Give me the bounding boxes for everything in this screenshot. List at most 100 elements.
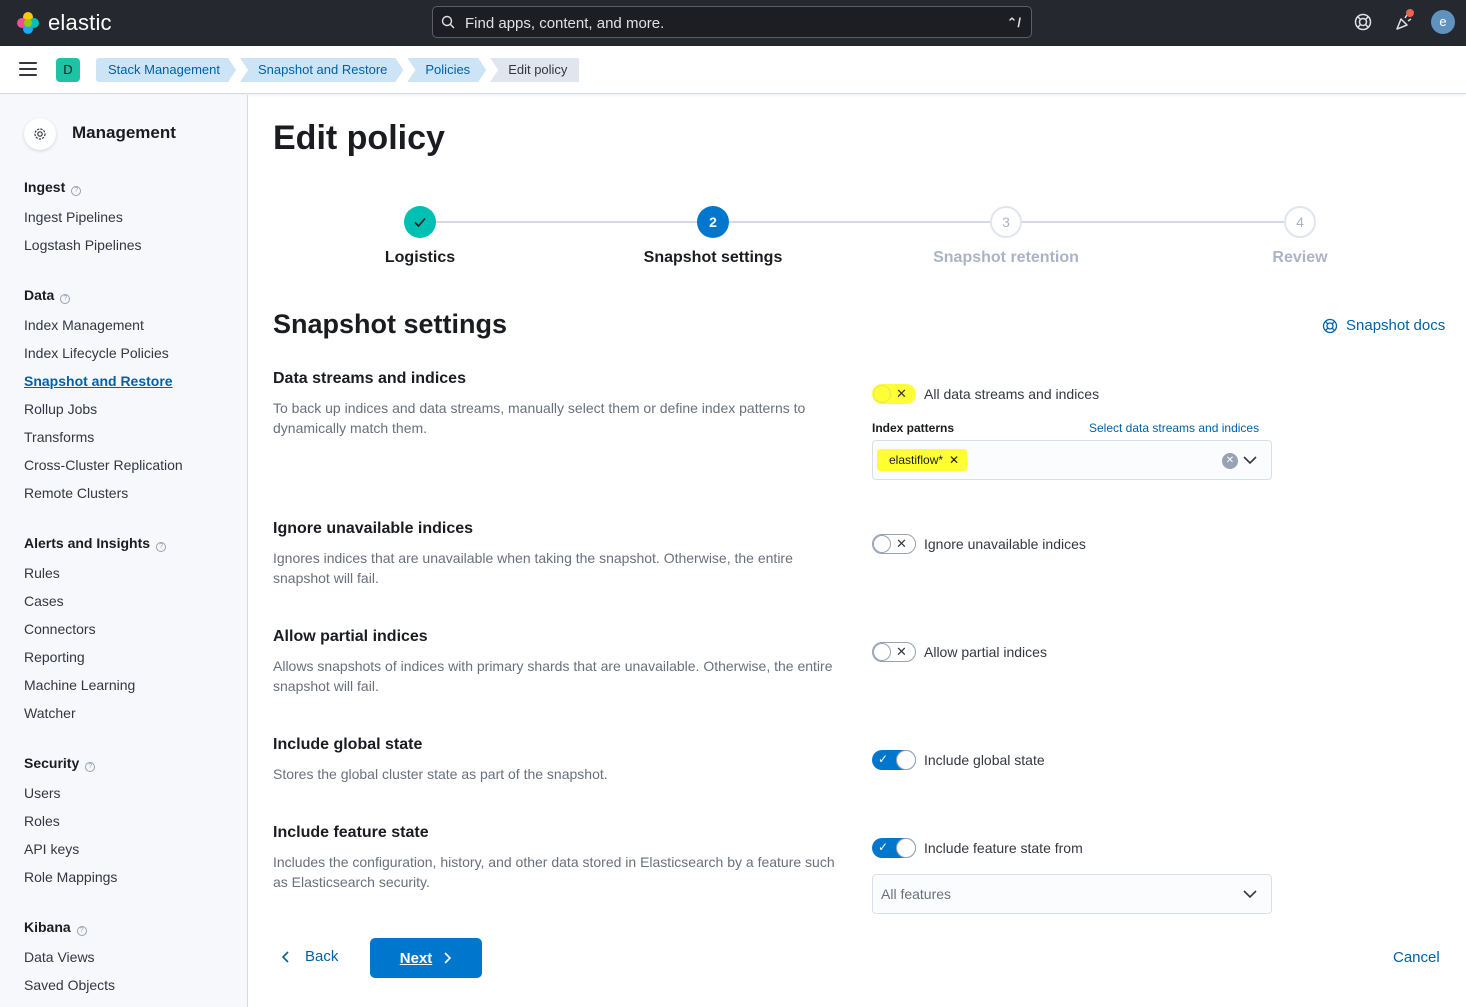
sidebar-item-cases[interactable]: Cases xyxy=(24,593,64,609)
next-button[interactable]: Next xyxy=(370,938,482,978)
sidebar-item-transforms[interactable]: Transforms xyxy=(24,429,94,445)
gear-icon xyxy=(24,118,56,150)
clear-icon[interactable]: ✕ xyxy=(1222,453,1238,469)
feature-state-label[interactable]: Include feature state from xyxy=(924,840,1083,856)
sidebar-item-connectors[interactable]: Connectors xyxy=(24,621,96,637)
notification-dot xyxy=(1406,9,1414,17)
breadcrumb-policies[interactable]: Policies xyxy=(407,58,486,82)
global-state-switch[interactable]: ✓ xyxy=(872,750,916,770)
step-4-indicator: 4 xyxy=(1284,206,1316,238)
global-state-title: Include global state xyxy=(273,736,423,753)
sidebar-item-reporting[interactable]: Reporting xyxy=(24,649,85,665)
chevron-down-icon[interactable] xyxy=(1243,455,1257,465)
global-header: elastic Find apps, content, and more. ⌃/… xyxy=(0,0,1466,46)
sidebar-item-data-views[interactable]: Data Views xyxy=(24,949,95,965)
index-patterns-combobox[interactable]: elastiflow* ✕ ✕ xyxy=(872,440,1272,480)
ignore-unavailable-label[interactable]: Ignore unavailable indices xyxy=(924,536,1086,552)
sidebar-item-roles[interactable]: Roles xyxy=(24,813,60,829)
select-data-streams-link[interactable]: Select data streams and indices xyxy=(1089,421,1259,435)
snapshot-docs-label: Snapshot docs xyxy=(1346,317,1446,334)
all-data-streams-switch[interactable]: ✕ xyxy=(872,384,916,404)
step-3-indicator: 3 xyxy=(990,206,1022,238)
sidebar-item-index-management[interactable]: Index Management xyxy=(24,317,144,333)
partial-indices-title: Allow partial indices xyxy=(273,628,428,645)
breadcrumb-snapshot-and-restore[interactable]: Snapshot and Restore xyxy=(240,58,403,82)
index-pattern-value: elastiflow* xyxy=(889,453,944,467)
sidebar-item-rollup-jobs[interactable]: Rollup Jobs xyxy=(24,401,97,417)
ignore-unavailable-title: Ignore unavailable indices xyxy=(273,520,474,537)
step-connector xyxy=(1006,221,1300,223)
step-label-review: Review xyxy=(1272,249,1328,266)
nav-group-data: Data? xyxy=(24,287,71,304)
feature-states-value: All features xyxy=(881,886,952,902)
section-title: Snapshot settings xyxy=(273,309,508,339)
sidebar-item-remote-clusters[interactable]: Remote Clusters xyxy=(24,485,128,501)
sidebar-item-role-mappings[interactable]: Role Mappings xyxy=(24,869,117,885)
info-icon: ? xyxy=(156,542,167,552)
cancel-button[interactable]: Cancel xyxy=(1393,949,1440,966)
sidebar-item-logstash-pipelines[interactable]: Logstash Pipelines xyxy=(24,237,142,253)
back-button[interactable]: Back xyxy=(281,948,338,965)
step-connector xyxy=(713,221,1006,223)
sidebar-item-rules[interactable]: Rules xyxy=(24,565,60,581)
breadcrumb-bar: D Stack Management Snapshot and Restore … xyxy=(0,46,1466,94)
all-data-streams-label[interactable]: All data streams and indices xyxy=(924,386,1099,402)
sidebar-item-api-keys[interactable]: API keys xyxy=(24,841,79,857)
step-label-logistics[interactable]: Logistics xyxy=(300,249,540,267)
chevron-left-icon xyxy=(281,950,289,963)
feature-state-switch[interactable]: ✓ xyxy=(872,838,916,858)
ignore-unavailable-switch[interactable]: ✕ xyxy=(872,534,916,554)
data-streams-description: To back up indices and data streams, man… xyxy=(273,400,806,436)
breadcrumb: Stack Management Snapshot and Restore Po… xyxy=(96,58,583,82)
help-icon[interactable] xyxy=(1353,12,1373,32)
step-label-snapshot-retention: Snapshot retention xyxy=(933,249,1079,266)
nav-group-alerts-and-insights: Alerts and Insights? xyxy=(24,535,167,552)
user-avatar[interactable]: e xyxy=(1431,10,1455,34)
index-patterns-label: Index patterns xyxy=(872,421,955,435)
global-state-label[interactable]: Include global state xyxy=(924,752,1045,768)
partial-indices-switch[interactable]: ✕ xyxy=(872,642,916,662)
step-2-indicator[interactable]: 2 xyxy=(697,206,729,238)
sidebar-item-machine-learning[interactable]: Machine Learning xyxy=(24,677,135,693)
breadcrumb-edit-policy: Edit policy xyxy=(490,58,580,82)
chevron-down-icon xyxy=(1243,890,1257,899)
feature-states-select[interactable]: All features xyxy=(872,874,1272,914)
info-icon: ? xyxy=(71,186,82,196)
sidebar-item-cross-cluster-replication[interactable]: Cross-Cluster Replication xyxy=(24,457,183,473)
step-connector xyxy=(420,221,713,223)
remove-pattern-icon[interactable]: ✕ xyxy=(949,453,959,467)
search-icon xyxy=(441,15,455,29)
sidebar-item-snapshot-and-restore[interactable]: Snapshot and Restore xyxy=(24,373,173,389)
elastic-logo[interactable]: elastic xyxy=(16,9,112,37)
search-shortcut: ⌃/ xyxy=(1006,15,1021,30)
help-icon xyxy=(1322,318,1338,333)
search-placeholder: Find apps, content, and more. xyxy=(465,15,665,32)
sidebar-item-ingest-pipelines[interactable]: Ingest Pipelines xyxy=(24,209,123,225)
feature-state-title: Include feature state xyxy=(273,824,429,841)
nav-group-kibana: Kibana? xyxy=(24,919,87,936)
elastic-logo-icon xyxy=(17,12,39,34)
sidebar-item-users[interactable]: Users xyxy=(24,785,61,801)
info-icon: ? xyxy=(60,294,71,304)
breadcrumb-stack-management[interactable]: Stack Management xyxy=(96,58,236,82)
global-search-input[interactable]: Find apps, content, and more. ⌃/ xyxy=(432,6,1032,38)
sidebar-title: Management xyxy=(72,123,176,142)
sidebar-item-index-lifecycle-policies[interactable]: Index Lifecycle Policies xyxy=(24,345,169,361)
brand-name: elastic xyxy=(48,10,112,35)
management-sidebar: Management Ingest? Ingest Pipelines Logs… xyxy=(0,95,248,1007)
nav-group-security: Security? xyxy=(24,755,96,772)
space-avatar[interactable]: D xyxy=(56,58,80,82)
sidebar-item-saved-objects[interactable]: Saved Objects xyxy=(24,977,115,993)
data-streams-title: Data streams and indices xyxy=(273,370,466,387)
menu-toggle-icon[interactable] xyxy=(19,62,37,76)
partial-indices-label[interactable]: Allow partial indices xyxy=(924,644,1047,660)
snapshot-docs-link[interactable]: Snapshot docs xyxy=(1322,317,1445,334)
page-title: Edit policy xyxy=(273,119,445,157)
sidebar-item-watcher[interactable]: Watcher xyxy=(24,705,76,721)
next-label: Next xyxy=(399,949,433,967)
info-icon: ? xyxy=(85,762,96,772)
step-1-complete-icon[interactable] xyxy=(404,206,436,238)
step-label-snapshot-settings[interactable]: Snapshot settings xyxy=(593,249,833,267)
chevron-right-icon xyxy=(444,952,452,964)
ignore-unavailable-description: Ignores indices that are unavailable whe… xyxy=(273,550,793,586)
